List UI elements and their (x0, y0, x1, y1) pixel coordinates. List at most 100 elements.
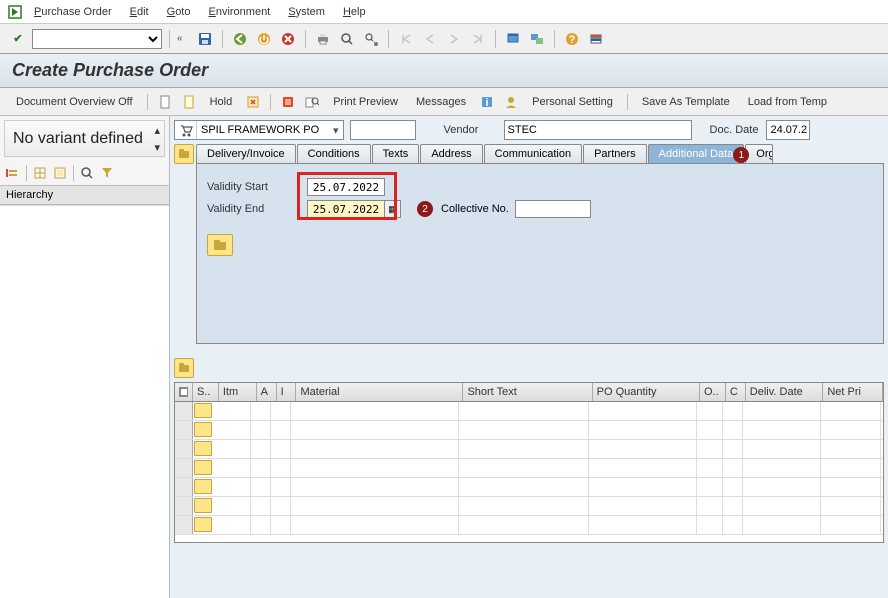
col-material[interactable]: Material (296, 383, 463, 401)
doc-date-field[interactable]: 24.07.2 (766, 120, 810, 140)
hierarchy-tree (0, 205, 169, 598)
col-deliv-date[interactable]: Deliv. Date (746, 383, 824, 401)
grid-row[interactable] (175, 459, 883, 478)
vendor-field[interactable]: STEC (504, 120, 692, 140)
create-icon[interactable] (156, 93, 174, 111)
print-preview-icon[interactable] (303, 93, 321, 111)
tab-delivery-invoice[interactable]: Delivery/Invoice (196, 144, 296, 163)
menu-edit[interactable]: Edit (122, 4, 157, 20)
select-all-icon[interactable] (175, 383, 193, 401)
page-title: Create Purchase Order (12, 60, 876, 81)
menu-system[interactable]: System (280, 4, 333, 20)
personal-setting-button[interactable]: Personal Setting (526, 94, 619, 110)
sidebar-toolbar (0, 161, 169, 185)
menu-purchase-order[interactable]: Purchase Order (26, 4, 120, 20)
command-field[interactable] (32, 29, 162, 49)
menu-help[interactable]: Help (335, 4, 374, 20)
first-page-icon[interactable] (396, 29, 416, 49)
new-session-icon[interactable] (503, 29, 523, 49)
info-icon[interactable]: i (478, 93, 496, 111)
variant-down-icon[interactable]: ▾ (154, 141, 160, 154)
next-page-icon[interactable] (444, 29, 464, 49)
enter-icon[interactable]: ✔ (8, 29, 28, 49)
col-po-qty[interactable]: PO Quantity (593, 383, 700, 401)
tab-conditions[interactable]: Conditions (297, 144, 371, 163)
validity-end-field[interactable] (307, 200, 385, 218)
load-template-button[interactable]: Load from Temp (742, 94, 833, 110)
expand-all-icon[interactable] (4, 164, 22, 182)
col-a[interactable]: A (257, 383, 277, 401)
hierarchy-header[interactable]: Hierarchy (0, 185, 169, 205)
standard-toolbar: ✔ « ? (0, 24, 888, 54)
item-fold-icon[interactable] (174, 358, 194, 378)
svg-text:i: i (486, 97, 489, 109)
grid-row[interactable] (175, 440, 883, 459)
check-icon[interactable] (279, 93, 297, 111)
collective-no-field[interactable] (515, 200, 591, 218)
grid-row[interactable] (175, 402, 883, 421)
personal-setting-icon[interactable] (502, 93, 520, 111)
tab-org-data[interactable]: Org. (745, 144, 773, 163)
collective-no-label: Collective No. (441, 203, 509, 215)
tab-communication[interactable]: Communication (484, 144, 582, 163)
tab-partners[interactable]: Partners (583, 144, 647, 163)
menu-environment[interactable]: Environment (200, 4, 278, 20)
save-template-button[interactable]: Save As Template (636, 94, 736, 110)
exit-icon[interactable] (254, 29, 274, 49)
po-number-field[interactable] (350, 120, 416, 140)
find-icon[interactable] (337, 29, 357, 49)
col-net-price[interactable]: Net Pri (823, 383, 883, 401)
col-i[interactable]: I (277, 383, 297, 401)
item-grid: S.. Itm A I Material Short Text PO Quant… (174, 382, 884, 543)
layout-icon[interactable] (586, 29, 606, 49)
variant-title: No variant defined (13, 129, 156, 148)
grid-body[interactable] (175, 402, 883, 542)
back-icon[interactable] (230, 29, 250, 49)
cancel-icon[interactable] (278, 29, 298, 49)
change-layout-icon[interactable] (51, 164, 69, 182)
select-layout-icon[interactable] (31, 164, 49, 182)
col-short-text[interactable]: Short Text (463, 383, 592, 401)
separator (169, 30, 170, 48)
grid-row[interactable] (175, 497, 883, 516)
col-oun[interactable]: O.. (700, 383, 726, 401)
save-icon[interactable] (195, 29, 215, 49)
grid-row[interactable] (175, 516, 883, 535)
tab-address[interactable]: Address (420, 144, 482, 163)
po-type-value: SPIL FRAMEWORK PO (197, 124, 329, 136)
print-preview-button[interactable]: Print Preview (327, 94, 404, 110)
date-picker-icon[interactable]: ▦ (385, 200, 401, 218)
col-c[interactable]: C (726, 383, 746, 401)
app-menu-icon[interactable] (6, 3, 24, 21)
park-icon[interactable] (244, 93, 262, 111)
col-status[interactable]: S.. (193, 383, 219, 401)
other-po-icon[interactable] (180, 93, 198, 111)
col-itm[interactable]: Itm (219, 383, 257, 401)
print-icon[interactable] (313, 29, 333, 49)
header-fold-icon[interactable] (174, 144, 194, 164)
shortcut-icon[interactable] (527, 29, 547, 49)
variant-up-icon[interactable]: ▴ (154, 124, 160, 137)
prev-page-icon[interactable] (420, 29, 440, 49)
find-next-icon[interactable] (361, 29, 381, 49)
hold-button[interactable]: Hold (204, 94, 239, 110)
po-type-combo[interactable]: SPIL FRAMEWORK PO ▾ (174, 120, 344, 140)
menu-goto[interactable]: Goto (159, 4, 199, 20)
grid-row[interactable] (175, 478, 883, 497)
validity-start-field[interactable] (307, 178, 385, 196)
tab-texts[interactable]: Texts (372, 144, 420, 163)
cart-icon (175, 121, 197, 139)
validity-end-label: Validity End (207, 203, 307, 215)
messages-button[interactable]: Messages (410, 94, 472, 110)
grid-row[interactable] (175, 421, 883, 440)
separator (554, 30, 555, 48)
doc-overview-toggle[interactable]: Document Overview Off (10, 94, 139, 110)
find-side-icon[interactable] (78, 164, 96, 182)
doc-date-label: Doc. Date (706, 124, 763, 136)
filter-side-icon[interactable] (98, 164, 116, 182)
panel-folder-icon[interactable] (207, 234, 233, 256)
chevron-left-icon[interactable]: « (177, 33, 191, 44)
last-page-icon[interactable] (468, 29, 488, 49)
help-icon[interactable]: ? (562, 29, 582, 49)
tab-additional-data[interactable]: Additional Data 1 (648, 144, 745, 163)
